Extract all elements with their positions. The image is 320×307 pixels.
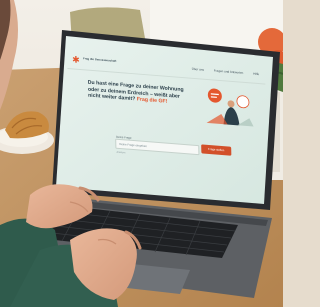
anonymous-label: Anonym — [116, 150, 126, 155]
nav-links: Über uns Fragen und Antworten Hilfe — [183, 66, 260, 76]
speech-bubble-icon — [236, 95, 250, 109]
nav-link-about[interactable]: Über uns — [192, 67, 204, 72]
question-input-placeholder: Deine Frage eingeben — [119, 141, 148, 149]
hero-illustration — [206, 88, 254, 127]
headline-accent: Frag die GF! — [136, 96, 168, 106]
question-input[interactable]: Deine Frage eingeben — [115, 138, 200, 156]
photo-scene: ✱ Frag die Genossenschaft Über uns Frage… — [0, 0, 283, 307]
site-logo[interactable]: ✱ Frag die Genossenschaft — [72, 54, 132, 72]
nav-link-faq[interactable]: Fragen und Antworten — [214, 69, 244, 75]
nav-link-help[interactable]: Hilfe — [253, 72, 259, 76]
person-figure-head — [227, 100, 235, 108]
speech-bubble-icon — [207, 88, 222, 103]
hero-headline: Du hast eine Frage zu deiner Wohnung ode… — [88, 80, 194, 108]
laptop-screen-content: ✱ Frag die Genossenschaft Über uns Frage… — [67, 52, 268, 196]
submit-question-button[interactable]: Frage stellen — [201, 144, 232, 156]
star-logo-icon: ✱ — [72, 54, 80, 65]
logo-text: Frag die Genossenschaft — [83, 57, 117, 63]
